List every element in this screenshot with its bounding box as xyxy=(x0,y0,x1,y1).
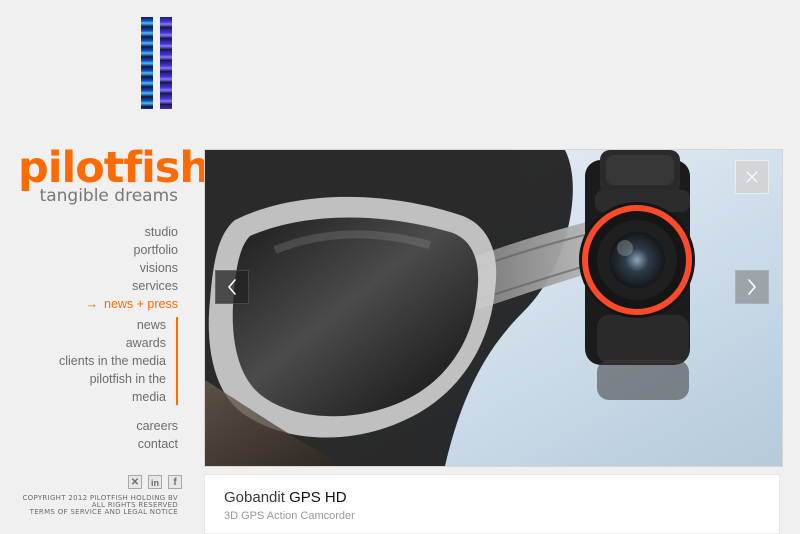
nav-item-news-press[interactable]: → news + press xyxy=(18,295,179,313)
close-button[interactable] xyxy=(735,160,769,194)
header-art xyxy=(141,17,172,109)
caption-title: Gobandit GPS HD xyxy=(224,489,779,507)
nav-item-contact[interactable]: contact xyxy=(18,435,178,453)
nav-item-careers[interactable]: careers xyxy=(18,417,178,435)
legal-terms-link[interactable]: TERMS OF SERVICE AND LEGAL NOTICE xyxy=(18,509,178,516)
caption-model: GPS HD xyxy=(289,489,347,506)
sub-nav-rule xyxy=(176,317,178,405)
subnav-item-pilotfish-in-media-line1[interactable]: pilotfish in the xyxy=(18,370,166,388)
header-art-strip-left xyxy=(141,17,153,109)
nav-item-services[interactable]: services xyxy=(18,277,178,295)
logo[interactable]: pilotfish tangible dreams xyxy=(18,143,210,206)
subnav-item-news[interactable]: news xyxy=(18,316,166,334)
nav-item-news-press-label: news + press xyxy=(104,297,178,311)
nav-item-visions[interactable]: visions xyxy=(18,259,178,277)
sub-nav: news awards clients in the media pilotfi… xyxy=(18,316,178,406)
header-art-strip-right xyxy=(160,17,172,109)
chevron-left-icon xyxy=(228,279,236,295)
prev-slide-button[interactable] xyxy=(215,270,249,304)
xing-icon[interactable]: ✕ xyxy=(128,475,142,489)
active-arrow-icon: → xyxy=(85,297,99,311)
next-slide-button[interactable] xyxy=(735,270,769,304)
subnav-item-awards[interactable]: awards xyxy=(18,334,166,352)
sub-nav-list: news awards clients in the media pilotfi… xyxy=(18,316,178,406)
slide-caption: Gobandit GPS HD 3D GPS Action Camcorder xyxy=(204,474,780,534)
logo-tagline: tangible dreams xyxy=(39,186,178,206)
nav-item-portfolio[interactable]: portfolio xyxy=(18,241,178,259)
linkedin-icon[interactable]: in xyxy=(148,475,162,489)
close-icon xyxy=(746,171,758,183)
slideshow xyxy=(204,149,783,467)
secondary-nav: careers contact xyxy=(18,417,178,453)
caption-brand: Gobandit xyxy=(224,489,285,506)
subnav-item-clients-in-media[interactable]: clients in the media xyxy=(18,352,166,370)
legal-footer: COPYRIGHT 2012 PILOTFISH HOLDING BV ALL … xyxy=(18,495,178,516)
page: pilotfish tangible dreams studio portfol… xyxy=(0,0,800,534)
subnav-item-pilotfish-in-media-line2[interactable]: media xyxy=(18,388,166,406)
facebook-icon[interactable]: f xyxy=(168,475,182,489)
nav-item-studio[interactable]: studio xyxy=(18,223,178,241)
logo-wordmark: pilotfish xyxy=(18,143,210,193)
slide-image xyxy=(205,150,782,466)
social-links: ✕ in f xyxy=(128,475,182,489)
main-nav: studio portfolio visions services → news … xyxy=(18,223,179,313)
chevron-right-icon xyxy=(748,279,756,295)
caption-subtitle: 3D GPS Action Camcorder xyxy=(224,510,355,522)
